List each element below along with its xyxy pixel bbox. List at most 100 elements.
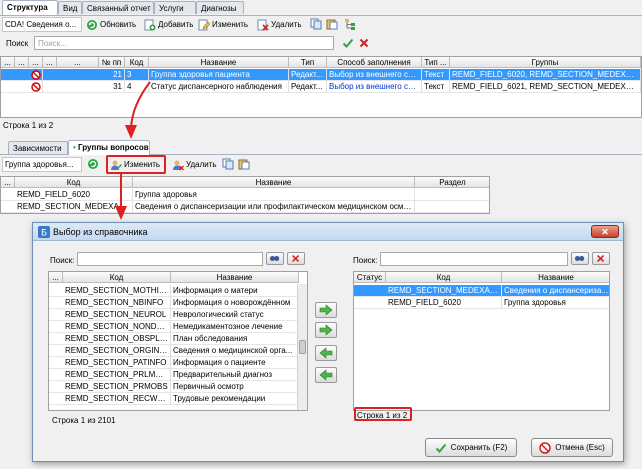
left-grid-scrollbar[interactable] (297, 284, 307, 410)
item-code: REMD_SECTION_PRLMNDGN (65, 369, 171, 381)
list-item[interactable]: REMD_FIELD_6020 Группа здоровья (354, 297, 609, 309)
tab-diagnoses[interactable]: Диагнозы (196, 1, 244, 14)
col-header[interactable]: ... (43, 57, 57, 68)
col-header-name[interactable]: Название (149, 57, 289, 68)
apply-check-icon[interactable] (342, 37, 354, 49)
move-right-button[interactable] (315, 302, 337, 318)
clear-x-icon[interactable] (358, 37, 370, 49)
col-header[interactable]: ... (1, 177, 15, 188)
tab-structure[interactable]: Структура (2, 0, 58, 15)
left-clear-button[interactable] (287, 252, 305, 265)
col-header-code[interactable]: Код (125, 57, 149, 68)
tab-view[interactable]: Вид (58, 1, 82, 14)
refresh-icon[interactable] (87, 158, 99, 170)
col-header-code[interactable]: Код (15, 177, 133, 188)
list-item[interactable]: REMD_SECTION_PRLMNDGN Предварительный диа… (49, 369, 299, 381)
tab-dependencies[interactable]: Зависимости (8, 141, 68, 154)
row-ptype: Текст (422, 69, 450, 81)
item-code: REMD_SECTION_OBSPLAN (65, 333, 171, 345)
item-name: Информация о матери (171, 285, 299, 297)
list-item[interactable]: REMD_SECTION_NONDRUG Немедикаментозное ле… (49, 321, 299, 333)
col-header[interactable]: ... (15, 57, 29, 68)
copy-icon[interactable] (222, 158, 234, 170)
list-item[interactable]: REMD_SECTION_PATINFO Информация о пациент… (49, 357, 299, 369)
tab-linked-report[interactable]: Связанный отчет (82, 1, 154, 14)
tree-icon[interactable] (344, 18, 356, 30)
arrow-left-icon (319, 369, 333, 381)
col-header-code[interactable]: Код (386, 272, 502, 283)
row-method: Выбор из внешнего спр... (329, 69, 422, 81)
edit-group-button[interactable]: Изменить (110, 157, 160, 172)
table-row[interactable]: 21 3 Группа здоровья пациента Редакт... … (1, 69, 641, 81)
item-code: REMD_SECTION_MEDEXAMINFO (386, 285, 502, 297)
list-item[interactable]: REMD_SECTION_NBINFO Информация о новорожд… (49, 297, 299, 309)
col-header-type[interactable]: Тип (289, 57, 327, 68)
col-header-section[interactable]: Раздел (415, 177, 489, 188)
right-clear-button[interactable] (592, 252, 610, 265)
scroll-thumb[interactable] (299, 340, 306, 354)
right-row-count: Строка 1 из 2 (357, 411, 408, 420)
col-header-name[interactable]: Название (502, 272, 609, 283)
item-code: REMD_SECTION_MOTHINFO (65, 285, 171, 297)
list-item[interactable]: REMD_SECTION_PRMOBS Первичный осмотр (49, 381, 299, 393)
table-row[interactable]: REMD_SECTION_MEDEXAMINFO Сведения о дисп… (1, 201, 489, 213)
right-search-button[interactable] (571, 252, 589, 265)
left-row-count: Строка 1 из 2101 (52, 416, 116, 425)
col-header[interactable]: ... (29, 57, 43, 68)
paste-icon[interactable] (326, 18, 338, 30)
delete-button[interactable]: Удалить (257, 17, 302, 32)
paste-icon[interactable] (238, 158, 250, 170)
item-code: REMD_SECTION_PATINFO (63, 357, 171, 369)
search-input[interactable]: Поиск... (34, 36, 334, 50)
col-header-ptype[interactable]: Тип ... (422, 57, 450, 68)
col-header-name[interactable]: Название (171, 272, 299, 283)
right-search-input[interactable] (380, 252, 568, 266)
row-num: 21 (99, 69, 125, 81)
table-row[interactable]: 31 4 Статус диспансерного наблюдения Ред… (1, 81, 641, 93)
list-item[interactable]: REMD_SECTION_MEDEXAMINFOСведения о диспа… (354, 285, 609, 297)
document-label: CDA! Сведения о... (2, 17, 82, 32)
list-item[interactable]: REMD_SECTION_OBSPLAN План обследования (49, 333, 299, 345)
item-code: REMD_SECTION_ORGINFO (65, 345, 171, 357)
svg-text:Б: Б (41, 229, 47, 239)
col-header-status[interactable]: Статус (354, 272, 386, 283)
cancel-button[interactable]: Отмена (Esc) (531, 438, 613, 457)
save-button[interactable]: Сохранить (F2) (425, 438, 517, 457)
col-header-method[interactable]: Способ заполнения (327, 57, 422, 68)
col-header[interactable]: ... (1, 57, 15, 68)
edit-user-icon (110, 159, 122, 171)
close-icon[interactable]: ✕ (591, 225, 619, 238)
arrow-right-icon (319, 324, 333, 336)
add-button[interactable]: Добавить (144, 17, 193, 32)
dialog-titlebar: Б Выбор из справочника ✕ (33, 223, 623, 241)
row-type: Редакт... (289, 69, 327, 81)
list-item[interactable]: REMD_SECTION_MOTHINFO Информация о матери (49, 285, 299, 297)
col-header-code[interactable]: Код (63, 272, 171, 283)
edit-button[interactable]: Изменить (198, 17, 248, 32)
refresh-button[interactable]: Обновить (86, 17, 136, 32)
col-header-name[interactable]: Название (133, 177, 415, 188)
col-header[interactable]: ... (57, 57, 99, 68)
copy-icon[interactable] (310, 18, 322, 30)
list-item[interactable]: REMD_SECTION_ORGINFO Сведения о медицинск… (49, 345, 299, 357)
col-header-groups[interactable]: Группы (450, 57, 641, 68)
refresh-label: Обновить (100, 20, 137, 29)
col-header[interactable]: ... (49, 272, 63, 283)
tab-question-groups[interactable]: • Группы вопросов (68, 140, 150, 155)
left-search-input[interactable] (77, 252, 263, 266)
move-all-right-button[interactable] (315, 322, 337, 338)
delete-group-button[interactable]: Удалить (172, 157, 217, 172)
refresh-icon (86, 19, 98, 31)
table-row[interactable]: REMD_FIELD_6020 Группа здоровья (1, 189, 489, 201)
row-code: REMD_FIELD_6020 (15, 189, 133, 201)
move-left-button[interactable] (315, 345, 337, 361)
list-item[interactable]: REMD_SECTION_NEUROL Неврологический стату… (49, 309, 299, 321)
col-header-num[interactable]: № пп (99, 57, 125, 68)
item-code: REMD_SECTION_NBINFO (63, 297, 171, 309)
row-groups: REMD_FIELD_6021, REMD_SECTION_MEDEXAMINF… (452, 81, 641, 93)
move-all-left-button[interactable] (315, 367, 337, 383)
row-code: 4 (125, 81, 149, 93)
tab-services[interactable]: Услуги (154, 1, 196, 14)
left-search-button[interactable] (266, 252, 284, 265)
list-item[interactable]: REMD_SECTION_RECWORK Трудовые рекомендаци… (49, 393, 299, 405)
